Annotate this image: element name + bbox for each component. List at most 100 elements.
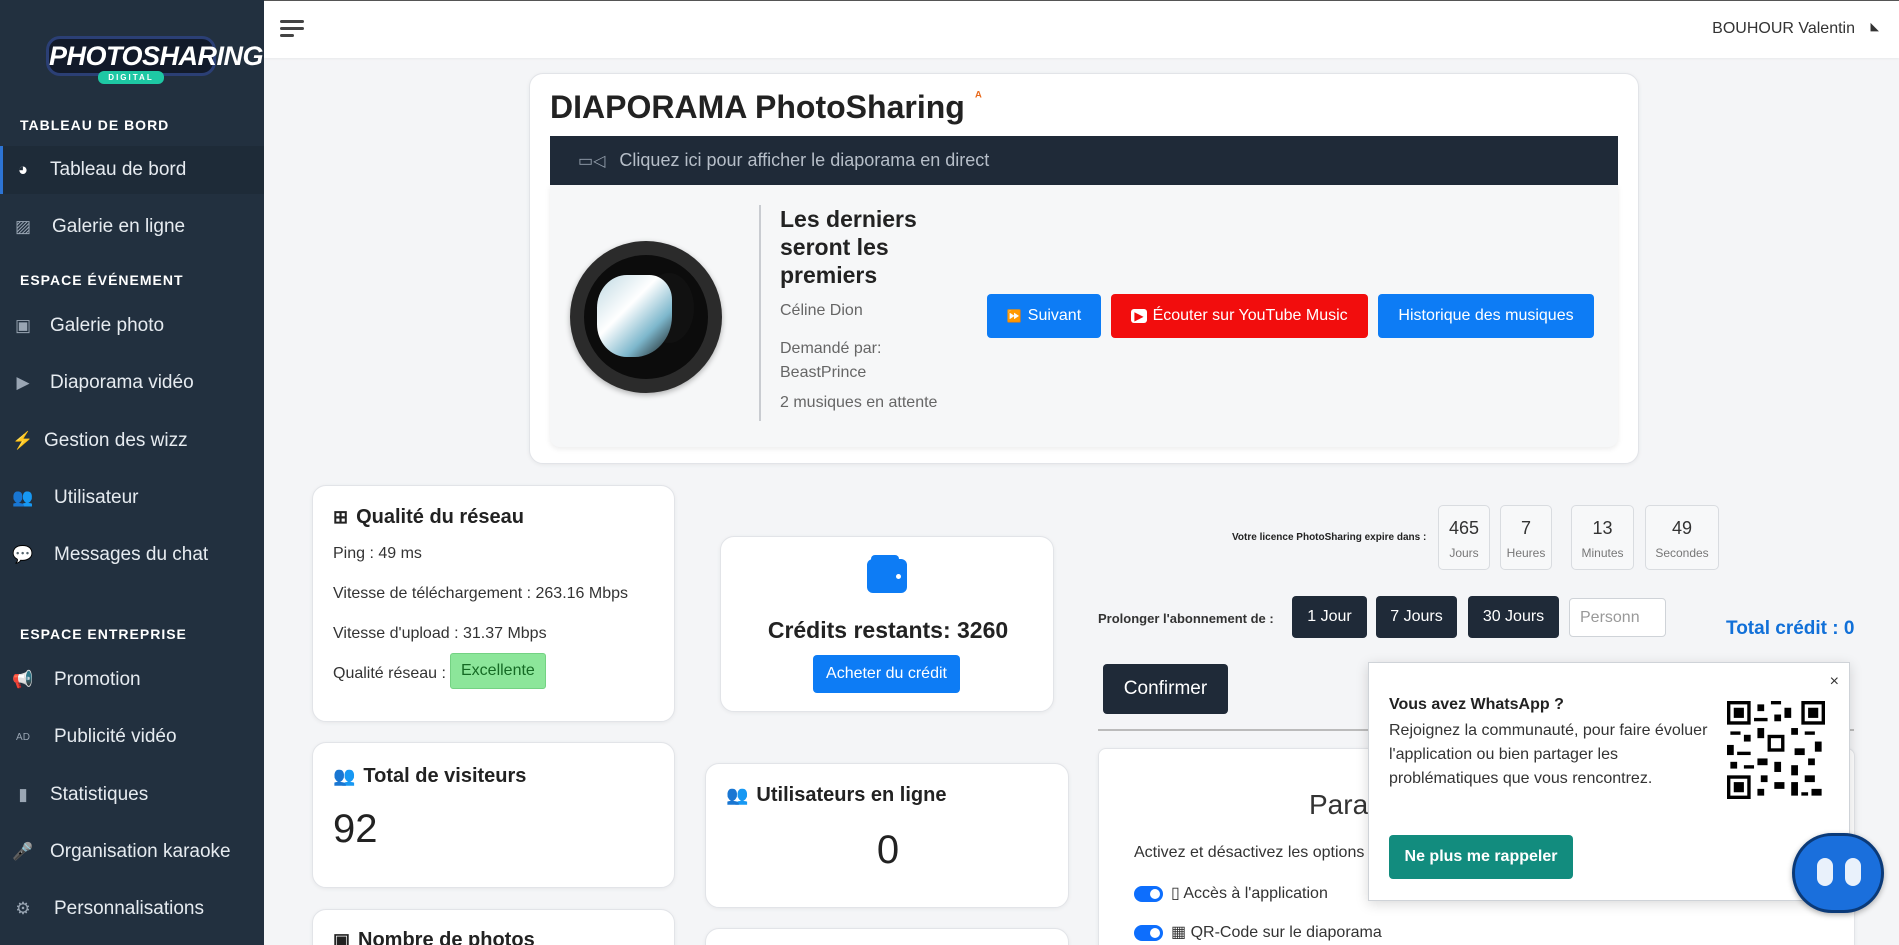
chatbot-eye	[1845, 858, 1861, 886]
next-label: Suivant	[1027, 307, 1082, 324]
wallet-icon	[867, 555, 907, 593]
network-title-text: Qualité du réseau	[356, 506, 524, 528]
dismiss-reminder-button[interactable]: Ne plus me rappeler	[1389, 835, 1573, 879]
music-history-button[interactable]: Historique des musiques	[1378, 294, 1594, 338]
sidebar-item-wizz[interactable]: ⚡ Gestion des wizz	[0, 417, 264, 465]
countdown-hours: 7 Heures	[1500, 505, 1552, 570]
sidebar-item-label: Gestion des wizz	[44, 430, 188, 451]
online-users-count: 0	[876, 828, 900, 872]
sidebar-item-label: Personnalisations	[54, 898, 204, 919]
extend-30-days-button[interactable]: 30 Jours	[1468, 596, 1559, 638]
extend-1-day-button[interactable]: 1 Jour	[1292, 596, 1367, 638]
users-icon: 👥	[333, 766, 356, 786]
buy-credit-button[interactable]: Acheter du crédit	[813, 655, 960, 693]
whatsapp-popup: × Vous avez WhatsApp ? Rejoignez la comm…	[1368, 662, 1850, 901]
qr-code-label: QR-Code sur le diaporama	[1190, 924, 1382, 941]
app-access-label: Accès à l'application	[1183, 885, 1328, 902]
qrcode-icon: ▦	[1171, 924, 1187, 941]
sidebar-item-label: Utilisateur	[54, 487, 139, 508]
users-icon: 👥	[12, 488, 34, 507]
online-users-title: 👥 Utilisateurs en ligne	[726, 784, 946, 807]
credits-card: Crédits restants: 3260 Acheter du crédit	[720, 536, 1054, 712]
countdown-days: 465 Jours	[1438, 505, 1490, 570]
license-label: Votre licence PhotoSharing expire dans :	[1232, 532, 1427, 543]
topbar: BOUHOUR Valentin ◣	[264, 0, 1899, 58]
live-slideshow-link[interactable]: ▭◁ Cliquez ici pour afficher le diaporam…	[550, 136, 1618, 185]
whatsapp-qr-code[interactable]	[1727, 701, 1825, 799]
upload-speed: Vitesse d'upload : 31.37 Mbps	[333, 625, 547, 642]
qr-code-toggle[interactable]	[1134, 925, 1163, 941]
caret-icon[interactable]: ◣	[1871, 20, 1879, 33]
image-icon: ▣	[14, 316, 32, 335]
ai-logo-icon: ᴬ	[975, 88, 982, 104]
credits-remaining: Crédits restants: 3260	[767, 617, 1009, 643]
countdown-value: 465	[1448, 518, 1480, 538]
youtube-music-button[interactable]: ▶ Écouter sur YouTube Music	[1111, 294, 1368, 338]
photos-title: ▣ Nombre de photos	[333, 929, 535, 945]
countdown-value: 13	[1592, 518, 1613, 538]
sidebar-item-video-slideshow[interactable]: ▶ Diaporama vidéo	[0, 359, 264, 407]
sidebar-item-photo-gallery[interactable]: ▣ Galerie photo	[0, 302, 264, 350]
app-access-option: ▯ Accès à l'application	[1171, 883, 1328, 903]
sidebar-item-chat[interactable]: 💬 Messages du chat	[0, 531, 264, 579]
gallery-icon: ▨	[14, 217, 32, 236]
visitors-card: 👥 Total de visiteurs 92	[312, 742, 675, 888]
sidebar-item-customization[interactable]: ⚙ Personnalisations	[0, 885, 264, 933]
next-button[interactable]: ⏩ Suivant	[987, 294, 1101, 338]
online-users-title-text: Utilisateurs en ligne	[756, 784, 947, 806]
brand-logo[interactable]: PHOTOSHARING DIGITAL	[46, 36, 264, 86]
sidebar-item-karaoke[interactable]: 🎤 Organisation karaoke	[0, 828, 264, 876]
sidebar-item-label: Promotion	[54, 669, 141, 690]
countdown-unit: Secondes	[1655, 546, 1709, 560]
app-access-toggle[interactable]	[1134, 886, 1163, 902]
megaphone-icon: 📢	[12, 670, 34, 689]
music-player: Les derniers seront les premiers Céline …	[550, 185, 1618, 447]
countdown-minutes: 13 Minutes	[1571, 505, 1634, 570]
sidebar: PHOTOSHARING DIGITAL TABLEAU DE BORD ◕ T…	[0, 0, 264, 945]
close-icon[interactable]: ×	[1830, 673, 1839, 691]
network-title: ⊞ Qualité du réseau	[333, 506, 524, 529]
sidebar-item-label: Galerie photo	[50, 315, 165, 336]
countdown-unit: Minutes	[1581, 546, 1624, 560]
sidebar-item-label: Organisation karaoke	[50, 841, 231, 862]
quality-badge: Excellente	[450, 653, 546, 689]
sidebar-item-dashboard[interactable]: ◕ Tableau de bord	[0, 146, 264, 194]
visitors-count: 92	[333, 807, 378, 851]
chatbot-eye	[1817, 858, 1833, 886]
sidebar-item-stats[interactable]: ▮ Statistiques	[0, 771, 264, 819]
video-camera-icon: ▭◁	[578, 152, 606, 170]
section-business: ESPACE ENTREPRISE	[20, 626, 187, 642]
diaporama-card: DIAPORAMA PhotoSharing ᴬ ▭◁ Cliquez ici …	[529, 73, 1639, 464]
sidebar-item-video-ad[interactable]: AD Publicité vidéo	[0, 713, 264, 761]
menu-toggle-icon[interactable]	[280, 20, 304, 38]
chatbot-icon[interactable]	[1792, 833, 1884, 913]
live-link-text: Cliquez ici pour afficher le diaporama e…	[619, 150, 990, 170]
youtube-icon: ▶	[1131, 309, 1147, 323]
photos-card: ▣ Nombre de photos	[312, 909, 675, 945]
sidebar-item-online-gallery[interactable]: ▨ Galerie en ligne	[0, 203, 264, 251]
image-icon: ▣	[333, 930, 351, 945]
chat-icon: 💬	[12, 545, 34, 564]
countdown-seconds: 49 Secondes	[1645, 505, 1719, 570]
user-menu[interactable]: BOUHOUR Valentin	[1712, 20, 1855, 38]
sidebar-item-label: Statistiques	[50, 784, 149, 805]
whatsapp-text: Rejoignez la communauté, pour faire évol…	[1389, 722, 1708, 787]
dashboard-icon: ◕	[17, 160, 29, 179]
whatsapp-title: Vous avez WhatsApp ?	[1389, 696, 1564, 713]
sidebar-item-promotion[interactable]: 📢 Promotion	[0, 656, 264, 704]
song-title: Les derniers seront les premiers	[780, 206, 917, 288]
visitors-title-text: Total de visiteurs	[363, 765, 527, 787]
bolt-icon: ⚡	[12, 431, 34, 450]
persons-input[interactable]: Personn	[1569, 598, 1666, 637]
extend-7-days-button[interactable]: 7 Jours	[1376, 596, 1457, 638]
sidebar-item-label: Messages du chat	[54, 544, 209, 565]
countdown-unit: Heures	[1506, 546, 1546, 560]
online-users-card: 👥 Utilisateurs en ligne 0	[705, 763, 1069, 908]
params-description: Activez et désactivez les options	[1134, 844, 1365, 861]
confirm-button[interactable]: Confirmer	[1103, 664, 1228, 714]
extra-card	[705, 928, 1069, 945]
sidebar-item-users[interactable]: 👥 Utilisateur	[0, 474, 264, 522]
countdown-unit: Jours	[1449, 546, 1479, 560]
queue-count: 2 musiques en attente	[780, 394, 938, 411]
chart-icon: ▮	[18, 785, 28, 804]
